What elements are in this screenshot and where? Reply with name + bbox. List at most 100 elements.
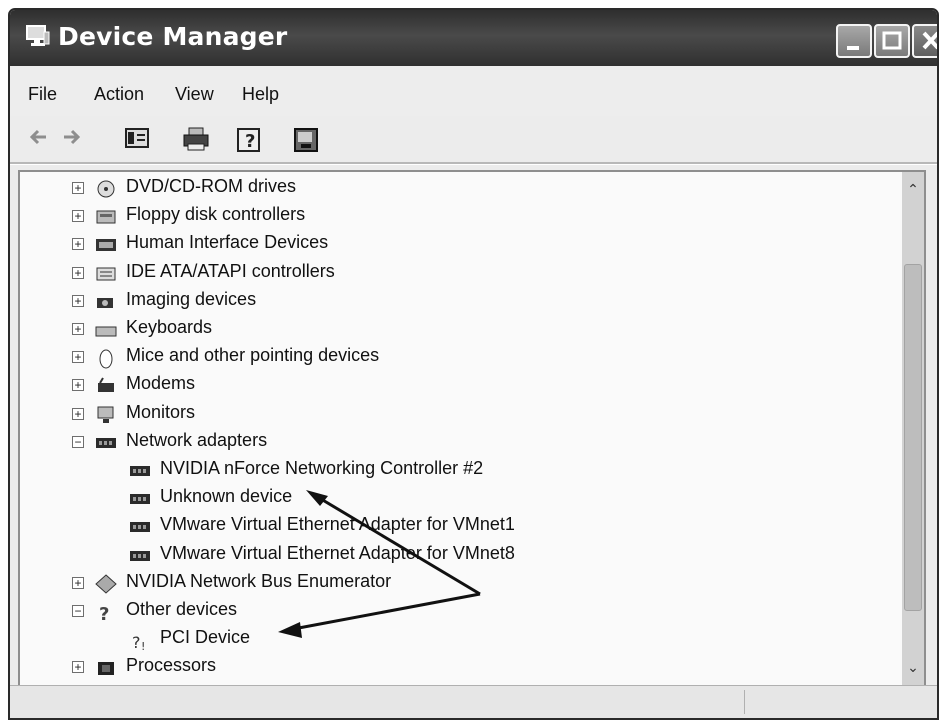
status-bar <box>10 685 937 718</box>
tree-item-label: Other devices <box>126 599 238 619</box>
scan-hardware-icon[interactable] <box>292 126 320 154</box>
expand-icon[interactable]: + <box>72 576 84 589</box>
title-bar[interactable]: Device Manager <box>10 10 937 66</box>
back-arrow-icon[interactable] <box>28 126 50 148</box>
svg-text:!: ! <box>141 640 145 651</box>
tree-item-label: Unknown device <box>160 486 293 507</box>
tree-row[interactable]: − Network adapters <box>20 429 900 457</box>
network-adapter-icon <box>130 522 150 533</box>
tree-item-label: Imaging devices <box>126 288 257 309</box>
tree-item-label: VMware Virtual Ethernet Adapter for VMne… <box>160 514 515 535</box>
floppy-controller-icon <box>96 210 116 224</box>
tree-row[interactable]: + Monitors <box>20 401 900 429</box>
tree-item-label: Floppy disk controllers <box>126 204 306 225</box>
tree-item-label: VMware Virtual Ethernet Adapter for VMne… <box>160 542 515 563</box>
monitor-icon <box>97 406 114 423</box>
minimize-icon <box>847 46 859 50</box>
close-button[interactable] <box>912 24 937 58</box>
scroll-up-icon[interactable]: ⌃ <box>904 178 922 202</box>
processor-icon <box>98 662 114 676</box>
menu-file[interactable]: File <box>28 84 57 105</box>
svg-text:?: ? <box>132 633 141 651</box>
bus-enumerator-icon <box>95 574 117 594</box>
status-pane <box>744 690 915 714</box>
minimize-button[interactable] <box>836 24 872 58</box>
tree-row[interactable]: + Floppy disk controllers <box>20 203 900 231</box>
tree-row[interactable]: Unknown device <box>20 485 900 513</box>
expand-icon[interactable]: + <box>72 407 84 420</box>
maximize-icon <box>882 31 902 50</box>
tree-item-label: NVIDIA nForce Networking Controller #2 <box>160 458 484 478</box>
tree-item-label: Human Interface Devices <box>126 232 329 253</box>
expand-icon[interactable]: + <box>72 323 84 335</box>
printer-icon[interactable] <box>182 126 210 152</box>
network-adapter-icon <box>96 437 116 448</box>
expand-icon[interactable]: + <box>72 294 84 307</box>
expand-icon[interactable]: + <box>72 210 84 223</box>
toolbar-divider <box>10 162 937 165</box>
menu-view[interactable]: View <box>175 84 214 105</box>
ide-controller-icon <box>96 267 116 281</box>
tree-row[interactable]: VMware Virtual Ethernet Adapter for VMne… <box>20 513 900 541</box>
tree-row[interactable]: ?! PCI Device <box>20 626 900 654</box>
tree-row[interactable]: NVIDIA nForce Networking Controller #2 <box>20 457 900 485</box>
tree-row[interactable]: + Human Interface Devices <box>20 231 900 259</box>
expand-icon[interactable]: + <box>72 182 84 194</box>
tree-item-label: Monitors <box>126 401 196 422</box>
forward-arrow-icon[interactable] <box>60 126 82 148</box>
hid-icon <box>96 239 116 252</box>
camera-icon <box>97 297 113 308</box>
window-title: Device Manager <box>58 22 288 51</box>
network-adapter-icon <box>130 466 150 476</box>
svg-text:?: ? <box>245 131 255 152</box>
help-icon[interactable]: ? <box>236 126 264 154</box>
tree-row[interactable]: + Mice and other pointing devices <box>20 344 900 372</box>
expand-icon[interactable]: + <box>72 379 84 392</box>
vertical-scrollbar[interactable]: ⌃ ⌄ <box>902 172 924 688</box>
maximize-button[interactable] <box>874 24 910 58</box>
scroll-down-icon[interactable]: ⌄ <box>904 656 922 680</box>
tree-item-label: IDE ATA/ATAPI controllers <box>126 260 335 281</box>
device-manager-icon <box>26 25 50 46</box>
tree-item-label: NVIDIA Network Bus Enumerator <box>126 570 392 591</box>
menu-bar: File Action View Help <box>10 66 937 122</box>
expand-icon[interactable]: + <box>72 238 84 251</box>
device-manager-window: Device Manager File Action View Help ? +… <box>8 8 939 720</box>
collapse-icon[interactable]: − <box>72 435 84 448</box>
tree-item-label: DVD/CD-ROM drives <box>126 176 297 196</box>
tree-item-label: Processors <box>126 655 217 676</box>
tree-row[interactable]: + NVIDIA Network Bus Enumerator <box>20 570 900 598</box>
console-tree-icon[interactable] <box>124 126 150 150</box>
tree-item-label: PCI Device <box>160 627 251 648</box>
tree-item-label: Modems <box>126 373 196 394</box>
tree-row[interactable]: VMware Virtual Ethernet Adapter for VMne… <box>20 542 900 570</box>
keyboard-icon <box>95 326 117 337</box>
modem-icon <box>98 377 114 393</box>
scroll-thumb[interactable] <box>904 264 922 611</box>
menu-help[interactable]: Help <box>242 84 279 105</box>
optical-drive-icon <box>97 180 115 198</box>
expand-icon[interactable]: + <box>72 266 84 279</box>
tree-row[interactable]: + DVD/CD-ROM drives <box>20 175 900 203</box>
menu-action[interactable]: Action <box>94 84 144 105</box>
close-icon <box>922 31 937 50</box>
expand-icon[interactable]: + <box>72 661 84 674</box>
tree-row[interactable]: + IDE ATA/ATAPI controllers <box>20 260 900 288</box>
tree-item-label: Keyboards <box>126 317 213 337</box>
tree-row[interactable]: + Processors <box>20 654 900 682</box>
mouse-icon <box>99 349 113 369</box>
tree-row[interactable]: + Modems <box>20 372 900 400</box>
tree-row[interactable]: + Keyboards <box>20 316 900 344</box>
network-adapter-icon <box>130 494 150 505</box>
network-adapter-icon <box>130 550 150 561</box>
tree-row[interactable]: + Imaging devices <box>20 288 900 316</box>
toolbar: ? <box>10 116 937 162</box>
device-tree[interactable]: + DVD/CD-ROM drives + Floppy disk controlle… <box>18 170 926 690</box>
tree-row[interactable]: −? Other devices <box>20 598 900 626</box>
unknown-device-warning-icon: ?! <box>132 633 145 651</box>
tree-item-label: Mice and other pointing devices <box>126 345 380 366</box>
unknown-device-icon: ? <box>99 604 109 623</box>
svg-text:?: ? <box>99 604 109 623</box>
collapse-icon[interactable]: − <box>72 605 84 617</box>
expand-icon[interactable]: + <box>72 351 84 364</box>
